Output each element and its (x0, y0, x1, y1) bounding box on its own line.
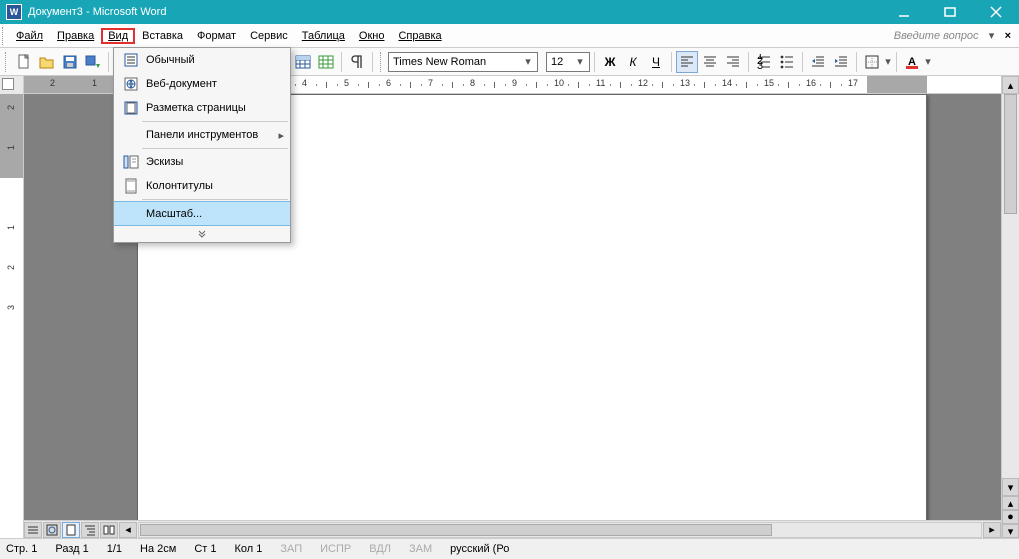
font-color-button[interactable]: A (901, 51, 923, 73)
browse-object-down-button[interactable]: ▾ (1002, 524, 1019, 538)
font-name-combo[interactable]: Times New Roman ▾ (388, 52, 538, 72)
scroll-right-button[interactable]: ▸ (983, 522, 1001, 538)
border-button[interactable] (861, 51, 883, 73)
font-size-value: 12 (551, 56, 563, 68)
grip-icon (5, 52, 9, 72)
window-title: Документ3 - Microsoft Word (28, 6, 166, 18)
align-center-button[interactable] (699, 51, 721, 73)
menu-table[interactable]: Таблица (295, 28, 352, 44)
svg-text:3: 3 (757, 60, 763, 70)
font-color-dropdown[interactable]: ▾ (924, 55, 932, 68)
ruler-corner-icon (2, 78, 14, 90)
status-at: На 2см (140, 543, 176, 555)
header-footer-icon (120, 178, 142, 194)
insert-table-button[interactable] (292, 51, 314, 73)
reading-view-button[interactable] (100, 522, 118, 538)
view-zoom-item[interactable]: Масштаб... (114, 201, 290, 226)
vscroll-track[interactable] (1002, 94, 1019, 478)
status-fix: ИСПР (320, 543, 351, 555)
minimize-button[interactable] (881, 0, 927, 24)
menu-format[interactable]: Формат (190, 28, 243, 44)
close-button[interactable] (973, 0, 1019, 24)
menu-window[interactable]: Окно (352, 28, 392, 44)
view-normal-item[interactable]: Обычный (114, 48, 290, 72)
chevron-down-icon: ▾ (573, 55, 587, 68)
submenu-arrow-icon: ▸ (278, 129, 284, 142)
thumbnails-icon (120, 154, 142, 170)
view-toolbars-item[interactable]: Панели инструментов ▸ (114, 123, 290, 147)
decrease-indent-button[interactable] (807, 51, 829, 73)
close-document-button[interactable]: × (999, 30, 1017, 42)
menu-edit[interactable]: Правка (50, 28, 101, 44)
font-name-value: Times New Roman (393, 56, 486, 68)
save-button[interactable] (59, 51, 81, 73)
status-bar: Стр. 1 Разд 1 1/1 На 2см Ст 1 Кол 1 ЗАП … (0, 538, 1019, 559)
status-pages: 1/1 (107, 543, 122, 555)
status-rec: ЗАП (280, 543, 302, 555)
view-menu-dropdown: Обычный Веб-документ Разметка страницы П… (113, 47, 291, 243)
view-web-item[interactable]: Веб-документ (114, 72, 290, 96)
chevron-down-icon: ▾ (521, 55, 535, 68)
menu-expand-button[interactable] (114, 226, 290, 242)
open-button[interactable] (36, 51, 58, 73)
menu-file[interactable]: Файл (9, 28, 50, 44)
numbered-list-button[interactable]: 123 (753, 51, 775, 73)
ask-question-input[interactable]: Введите вопрос (894, 30, 985, 42)
font-size-combo[interactable]: 12 ▾ (546, 52, 590, 72)
menu-bar: Файл Правка Вид Вставка Формат Сервис Та… (0, 24, 1019, 48)
print-layout-icon (120, 100, 142, 116)
view-layout-item[interactable]: Разметка страницы (114, 96, 290, 120)
border-dropdown[interactable]: ▾ (884, 55, 892, 68)
vertical-scrollbar: ▴ ▾ ▴ ● ▾ (1001, 76, 1019, 538)
vscroll-thumb[interactable] (1004, 94, 1017, 214)
menu-service[interactable]: Сервис (243, 28, 295, 44)
show-paragraph-button[interactable] (346, 51, 368, 73)
status-col: Кол 1 (234, 543, 262, 555)
menu-help[interactable]: Справка (391, 28, 448, 44)
vertical-ruler[interactable]: 2 1 1 2 3 (0, 76, 24, 538)
view-thumbnails-item[interactable]: Эскизы (114, 150, 290, 174)
web-layout-icon (120, 76, 142, 92)
horizontal-scrollbar: ◂ ▸ (24, 520, 1001, 538)
grip-icon (2, 27, 6, 45)
view-header-footer-item[interactable]: Колонтитулы (114, 174, 290, 198)
align-left-button[interactable] (676, 51, 698, 73)
word-app-icon: W (6, 4, 22, 20)
status-line: Ст 1 (194, 543, 216, 555)
normal-view-icon (120, 52, 142, 68)
menu-view[interactable]: Вид (101, 28, 135, 44)
outline-view-button[interactable] (81, 522, 99, 538)
status-ovr: ЗАМ (409, 543, 432, 555)
maximize-button[interactable] (927, 0, 973, 24)
align-right-button[interactable] (722, 51, 744, 73)
new-document-button[interactable] (13, 51, 35, 73)
status-language: русский (Ро (450, 543, 509, 555)
title-bar: W Документ3 - Microsoft Word (0, 0, 1019, 24)
browse-object-up-button[interactable]: ▴ (1002, 496, 1019, 510)
insert-excel-button[interactable] (315, 51, 337, 73)
question-dropdown-icon[interactable]: ▾ (985, 29, 999, 42)
normal-view-button[interactable] (24, 522, 42, 538)
hscroll-track[interactable] (138, 522, 982, 538)
bullet-list-button[interactable] (776, 51, 798, 73)
grip-icon (380, 52, 384, 72)
bold-button[interactable]: Ж (599, 51, 621, 73)
scroll-up-button[interactable]: ▴ (1002, 76, 1019, 94)
status-page: Стр. 1 (6, 543, 37, 555)
status-ext: ВДЛ (369, 543, 391, 555)
scroll-left-button[interactable]: ◂ (119, 522, 137, 538)
increase-indent-button[interactable] (830, 51, 852, 73)
print-layout-view-button[interactable] (62, 522, 80, 538)
menu-insert[interactable]: Вставка (135, 28, 190, 44)
scroll-down-button[interactable]: ▾ (1002, 478, 1019, 496)
save-dropdown-button[interactable] (82, 51, 104, 73)
hscroll-thumb[interactable] (140, 524, 772, 536)
underline-button[interactable]: Ч (645, 51, 667, 73)
select-browse-object-button[interactable]: ● (1002, 510, 1019, 524)
italic-button[interactable]: К (622, 51, 644, 73)
status-section: Разд 1 (55, 543, 88, 555)
web-view-button[interactable] (43, 522, 61, 538)
